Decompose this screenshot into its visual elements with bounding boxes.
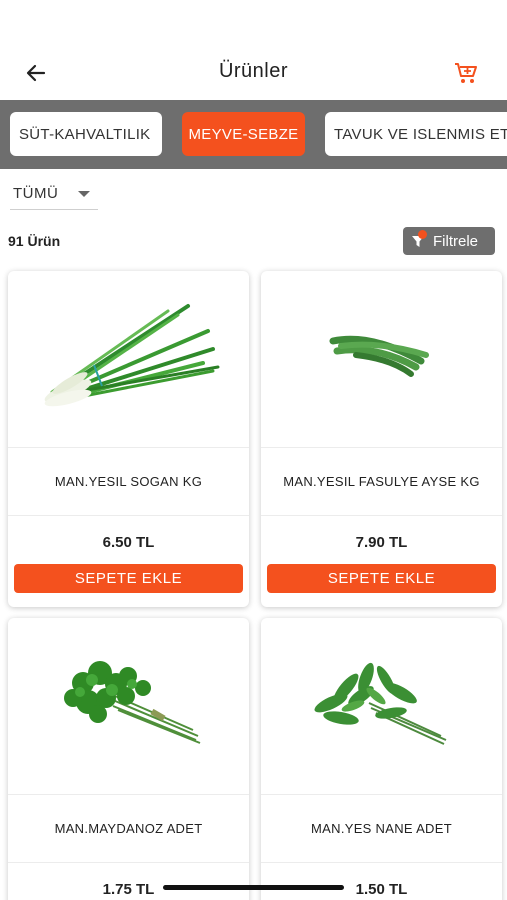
product-card[interactable]: MAN.MAYDANOZ ADET 1.75 TL — [8, 618, 249, 900]
cart-button[interactable] — [452, 60, 480, 86]
card-divider — [261, 447, 502, 448]
card-divider — [261, 794, 502, 795]
add-to-cart-button[interactable]: SEPETE EKLE — [14, 564, 243, 593]
product-name: MAN.YESIL SOGAN KG — [54, 474, 203, 489]
chevron-down-icon — [78, 191, 90, 197]
card-divider — [261, 862, 502, 863]
product-card[interactable]: MAN.YES NANE ADET 1.50 TL — [261, 618, 502, 900]
card-divider — [8, 794, 249, 795]
card-divider — [8, 515, 249, 516]
home-indicator — [163, 885, 344, 890]
product-price: 6.50 TL — [102, 534, 155, 551]
filter-indicator-dot — [418, 230, 427, 239]
product-image-parsley — [64, 661, 201, 744]
category-chip-tavuk[interactable]: TAVUK VE ISLENMIS ETLER — [325, 112, 507, 156]
product-price: 7.90 TL — [355, 534, 408, 551]
filter-button[interactable]: Filtrele — [403, 227, 495, 255]
product-name: MAN.YES NANE ADET — [311, 821, 452, 836]
product-name: MAN.MAYDANOZ ADET — [54, 821, 203, 836]
category-chip-sut-kahvaltilik[interactable]: SÜT-KAHVALTILIK — [10, 112, 162, 156]
card-divider — [8, 447, 249, 448]
product-image-green-beans — [329, 335, 429, 377]
product-count: 91 Ürün — [8, 233, 61, 249]
app-header: Ürünler — [0, 0, 507, 100]
category-chip-meyve-sebze[interactable]: MEYVE-SEBZE — [182, 112, 305, 156]
product-card[interactable]: MAN.YESIL SOGAN KG 6.50 TL SEPETE EKLE — [8, 271, 249, 607]
shopping-cart-icon — [455, 63, 477, 83]
product-image-green-onion — [44, 304, 220, 407]
category-bar: SÜT-KAHVALTILIK MEYVE-SEBZE TAVUK VE ISL… — [0, 100, 507, 169]
page-title: Ürünler — [218, 60, 289, 82]
card-divider — [261, 515, 502, 516]
add-to-cart-button[interactable]: SEPETE EKLE — [267, 564, 496, 593]
dropdown-value: TÜMÜ — [13, 185, 59, 202]
product-card[interactable]: MAN.YESIL FASULYE AYSE KG 7.90 TL SEPETE… — [261, 271, 502, 607]
product-image-mint — [314, 662, 447, 745]
card-divider — [8, 862, 249, 863]
filter-label: Filtrele — [433, 232, 479, 250]
product-name: MAN.YESIL FASULYE AYSE KG — [283, 474, 480, 489]
category-dropdown[interactable]: TÜMÜ — [10, 178, 98, 210]
